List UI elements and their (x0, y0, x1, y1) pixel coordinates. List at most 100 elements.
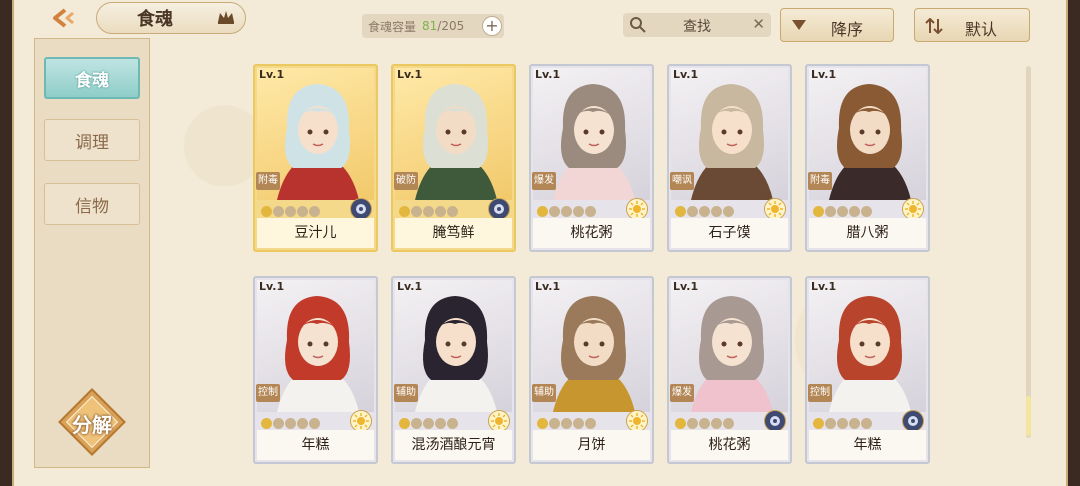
food-soul-card[interactable]: Lv.1 控制 年糕 (805, 276, 930, 464)
star-icon (711, 417, 722, 429)
star-icon (837, 205, 848, 217)
card-role-badge: 爆发 (532, 172, 556, 190)
decompose-button[interactable]: 分解 (57, 387, 127, 457)
back-button[interactable] (44, 4, 84, 32)
card-role-badge: 嘲讽 (670, 172, 694, 190)
card-name: 年糕 (809, 430, 926, 460)
scrollbar-track[interactable] (1026, 66, 1031, 438)
star-icon (423, 205, 434, 217)
star-icon (411, 417, 422, 429)
card-name: 腌笃鲜 (395, 218, 512, 248)
card-level: Lv.1 (811, 280, 837, 293)
capacity-current: 81 (422, 19, 438, 33)
star-icon (549, 205, 560, 217)
card-name: 豆汁儿 (257, 218, 374, 248)
card-name: 桃花粥 (671, 430, 788, 460)
star-icon (285, 417, 296, 429)
night-element-icon (350, 198, 372, 220)
star-icon (537, 205, 548, 217)
sun-element-icon (626, 198, 648, 220)
clear-search-icon[interactable]: ✕ (752, 15, 765, 33)
sort-default-button[interactable]: 默认 (914, 8, 1030, 42)
sun-element-icon (764, 198, 786, 220)
food-soul-card[interactable]: Lv.1 辅助 混汤酒酿元宵 (391, 276, 516, 464)
card-name: 桃花粥 (533, 218, 650, 248)
search-label: 查找 (683, 19, 711, 35)
element-glyph-icon (353, 413, 369, 429)
add-capacity-button[interactable]: + (482, 16, 502, 36)
star-icon (561, 417, 572, 429)
card-role-badge: 控制 (256, 384, 280, 402)
star-icon (825, 205, 836, 217)
star-icon (699, 205, 710, 217)
food-soul-card[interactable]: Lv.1 嘲讽 石子馍 (667, 64, 792, 252)
star-icon (261, 417, 272, 429)
star-icon (585, 205, 596, 217)
card-role-badge: 破防 (394, 172, 418, 190)
search-box[interactable]: 查找 ✕ (623, 13, 771, 37)
food-soul-card[interactable]: Lv.1 附毒 豆汁儿 (253, 64, 378, 252)
capacity-label: 食魂容量 (368, 19, 417, 34)
star-icon (285, 205, 296, 217)
sidebar-item-conditioning[interactable]: 调理 (44, 119, 140, 161)
sun-element-icon (488, 410, 510, 432)
star-icon (825, 417, 836, 429)
element-glyph-icon (767, 201, 783, 217)
food-soul-card[interactable]: Lv.1 破防 腌笃鲜 (391, 64, 516, 252)
card-level: Lv.1 (673, 280, 699, 293)
sun-element-icon (626, 410, 648, 432)
food-soul-card[interactable]: Lv.1 附毒 腊八粥 (805, 64, 930, 252)
card-name: 年糕 (257, 430, 374, 460)
capacity-display: 食魂容量 81 /205 + (362, 14, 504, 38)
star-icon (447, 417, 458, 429)
card-role-badge: 附毒 (808, 172, 832, 190)
star-icon (687, 205, 698, 217)
sun-element-icon (350, 410, 372, 432)
sort-default-label: 默认 (965, 20, 998, 39)
star-icon (723, 205, 734, 217)
element-glyph-icon (494, 204, 504, 214)
food-soul-card[interactable]: Lv.1 爆发 桃花粥 (667, 276, 792, 464)
sort-arrows-icon (925, 18, 943, 34)
sidebar-item-tokens[interactable]: 信物 (44, 183, 140, 225)
page-title: 食魂 (137, 9, 173, 30)
card-level: Lv.1 (397, 280, 423, 293)
sort-desc-button[interactable]: 降序 (780, 8, 894, 42)
sidebar: 食魂 调理 信物 分解 (34, 38, 150, 468)
card-level: Lv.1 (397, 68, 423, 81)
element-glyph-icon (356, 204, 366, 214)
card-role-badge: 爆发 (670, 384, 694, 402)
card-level: Lv.1 (259, 280, 285, 293)
star-icon (309, 205, 320, 217)
star-icon (849, 205, 860, 217)
card-name: 石子馍 (671, 218, 788, 248)
star-icon (411, 205, 422, 217)
food-soul-card[interactable]: Lv.1 辅助 月饼 (529, 276, 654, 464)
star-icon (435, 205, 446, 217)
night-element-icon (902, 410, 924, 432)
star-icon (297, 417, 308, 429)
scrollbar-thumb[interactable] (1026, 396, 1031, 436)
star-icon (273, 417, 284, 429)
card-role-badge: 辅助 (394, 384, 418, 402)
crown-icon[interactable] (216, 9, 236, 25)
star-icon (573, 417, 584, 429)
star-icon (537, 417, 548, 429)
star-icon (813, 417, 824, 429)
search-icon (630, 17, 646, 33)
star-icon (261, 205, 272, 217)
card-level: Lv.1 (673, 68, 699, 81)
food-soul-card[interactable]: Lv.1 爆发 桃花粥 (529, 64, 654, 252)
star-icon (675, 417, 686, 429)
star-icon (399, 417, 410, 429)
card-level: Lv.1 (811, 68, 837, 81)
star-icon (711, 205, 722, 217)
night-element-icon (488, 198, 510, 220)
sidebar-item-food-soul[interactable]: 食魂 (44, 57, 140, 99)
back-arrow-icon (53, 8, 74, 28)
food-soul-card[interactable]: Lv.1 控制 年糕 (253, 276, 378, 464)
card-role-badge: 附毒 (256, 172, 280, 190)
star-icon (723, 417, 734, 429)
element-glyph-icon (770, 416, 780, 426)
card-level: Lv.1 (259, 68, 285, 81)
